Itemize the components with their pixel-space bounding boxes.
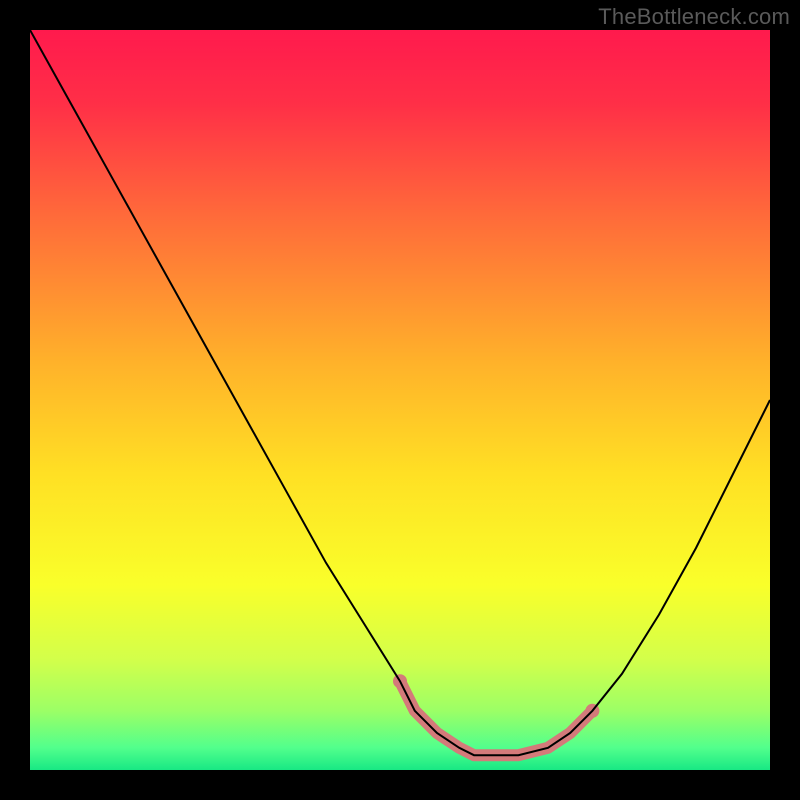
bottleneck-curve bbox=[30, 30, 770, 770]
watermark-text: TheBottleneck.com bbox=[598, 4, 790, 30]
plot-area bbox=[30, 30, 770, 770]
chart-frame: TheBottleneck.com bbox=[0, 0, 800, 800]
optimal-band bbox=[393, 674, 599, 755]
curve-line bbox=[30, 30, 770, 755]
